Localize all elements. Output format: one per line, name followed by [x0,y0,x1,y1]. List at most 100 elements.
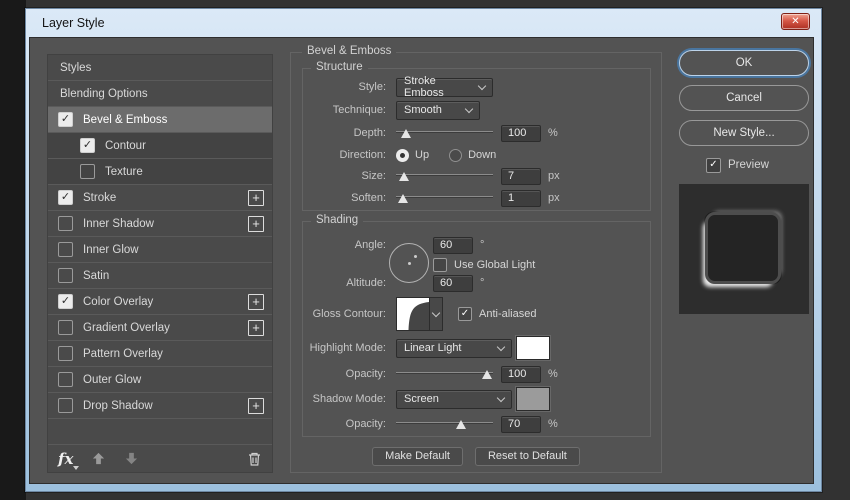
shading-group: Shading Angle: 60 ° Use Global Light Alt… [302,214,651,437]
close-button[interactable]: ✕ [781,13,810,30]
make-default-button[interactable]: Make Default [372,447,463,466]
move-effect-down-icon[interactable] [124,451,139,466]
checkbox-unchecked-icon[interactable] [58,346,73,361]
altitude-row: Altitude: 60 ° [303,273,644,293]
defaults-button-row: Make Default Reset to Default [291,447,661,466]
dialog-title: Layer Style [42,16,105,30]
sidebar-item-inner-glow[interactable]: Inner Glow [48,237,272,263]
shadow-mode-row: Shadow Mode: Screen [303,386,644,412]
dialog-titlebar[interactable]: Layer Style ✕ [29,9,814,37]
dialog-content: Styles Blending Options ✓ Bevel & Emboss… [29,37,814,484]
depth-row: Depth: 100 % [303,123,644,143]
sidebar-item-styles[interactable]: Styles [48,55,272,81]
depth-input[interactable]: 100 [501,124,541,142]
gloss-contour-thumbnail[interactable] [396,297,430,331]
sidebar-item-outer-glow[interactable]: Outer Glow [48,367,272,393]
checkbox-unchecked-icon[interactable] [58,372,73,387]
checkbox-checked-icon[interactable]: ✓ [58,190,73,205]
cancel-button[interactable]: Cancel [679,85,809,111]
soften-input[interactable]: 1 [501,189,541,207]
direction-up-radio[interactable] [396,148,409,162]
shadow-mode-dropdown[interactable]: Screen [396,389,512,409]
structure-group: Structure Style: Stroke Emboss Technique… [302,61,651,211]
direction-row: Direction: Up Down [339,148,497,162]
checkbox-unchecked-icon[interactable] [58,242,73,257]
fx-menu-icon[interactable]: fx [58,450,80,470]
sidebar-item-inner-shadow[interactable]: Inner Shadow + [48,211,272,237]
sidebar-item-pattern-overlay[interactable]: Pattern Overlay [48,341,272,367]
add-effect-icon[interactable]: + [248,293,264,310]
chevron-down-icon [496,342,506,351]
add-effect-icon[interactable]: + [248,319,264,336]
sidebar-item-satin[interactable]: Satin [48,263,272,289]
sidebar-item-stroke[interactable]: ✓ Stroke + [48,185,272,211]
highlight-opacity-row: Opacity: 100 % [303,364,644,384]
preview-checkbox[interactable]: ✓ [706,157,721,173]
technique-dropdown[interactable]: Smooth [396,100,480,120]
size-input[interactable]: 7 [501,167,541,185]
soften-slider[interactable] [396,191,493,205]
sidebar-empty-row [48,419,272,445]
effects-toolbar: fx [48,445,272,472]
delete-effect-icon[interactable] [247,451,262,467]
gloss-contour-row: Gloss Contour: ✓ Anti-aliased [303,296,644,332]
angle-input[interactable]: 60 [433,236,473,254]
add-effect-icon[interactable]: + [248,397,264,414]
style-preview-thumbnail [679,184,809,314]
sidebar-item-color-overlay[interactable]: ✓ Color Overlay + [48,289,272,315]
shadow-opacity-row: Opacity: 70 % [303,414,644,434]
add-effect-icon[interactable]: + [248,189,264,206]
shadow-color-swatch[interactable] [516,387,550,411]
checkbox-unchecked-icon[interactable] [58,398,73,413]
reset-to-default-button[interactable]: Reset to Default [474,447,580,466]
shadow-opacity-input[interactable]: 70 [501,415,541,433]
depth-slider[interactable] [396,126,493,140]
size-row: Size: 7 px [303,166,644,186]
layer-style-dialog: Layer Style ✕ Styles Blending Options ✓ … [25,8,822,492]
sidebar-item-drop-shadow[interactable]: Drop Shadow + [48,393,272,419]
chevron-down-icon [464,104,474,113]
workspace-left-strip [0,0,26,500]
global-light-row: Use Global Light [433,255,644,275]
sidebar-item-blending-options[interactable]: Blending Options [48,81,272,107]
dial-angle-marker [414,255,417,258]
chevron-down-icon [431,308,441,318]
altitude-input[interactable]: 60 [433,274,473,292]
sidebar-item-bevel-emboss[interactable]: ✓ Bevel & Emboss [48,107,272,133]
style-row: Style: Stroke Emboss [303,75,644,99]
checkbox-checked-icon[interactable]: ✓ [58,294,73,309]
highlight-mode-dropdown[interactable]: Linear Light [396,338,512,358]
highlight-opacity-input[interactable]: 100 [501,365,541,383]
chevron-down-icon [477,81,487,90]
ok-button[interactable]: OK [679,50,809,76]
anti-aliased-checkbox[interactable]: ✓ [458,307,472,321]
direction-down-radio[interactable] [449,148,463,162]
close-icon: ✕ [791,16,800,27]
add-effect-icon[interactable]: + [248,215,264,232]
checkbox-checked-icon[interactable]: ✓ [58,112,73,127]
highlight-mode-row: Highlight Mode: Linear Light [303,335,644,361]
checkbox-unchecked-icon[interactable] [80,164,95,179]
shadow-opacity-slider[interactable] [396,417,493,431]
style-dropdown[interactable]: Stroke Emboss [396,75,493,99]
sidebar-item-contour[interactable]: ✓ Contour [48,133,272,159]
move-effect-up-icon[interactable] [91,451,106,466]
sidebar-item-gradient-overlay[interactable]: Gradient Overlay + [48,315,272,341]
checkbox-unchecked-icon[interactable] [58,320,73,335]
gloss-contour-dropdown[interactable] [430,297,443,331]
highlight-color-swatch[interactable] [516,336,550,360]
preview-toggle-row: ✓ Preview [706,156,809,174]
chevron-down-icon [496,393,506,402]
technique-row: Technique: Smooth [303,100,644,120]
highlight-opacity-slider[interactable] [396,367,493,381]
checkbox-checked-icon[interactable]: ✓ [80,138,95,153]
checkbox-unchecked-icon[interactable] [58,216,73,231]
angle-row: Angle: 60 ° [303,235,644,255]
new-style-button[interactable]: New Style... [679,120,809,146]
checkbox-unchecked-icon[interactable] [58,268,73,283]
size-slider[interactable] [396,169,493,183]
group-title: Shading [311,214,364,226]
sidebar-item-texture[interactable]: Texture [48,159,272,185]
use-global-light-checkbox[interactable] [433,258,447,272]
beveled-square-preview [705,212,781,284]
